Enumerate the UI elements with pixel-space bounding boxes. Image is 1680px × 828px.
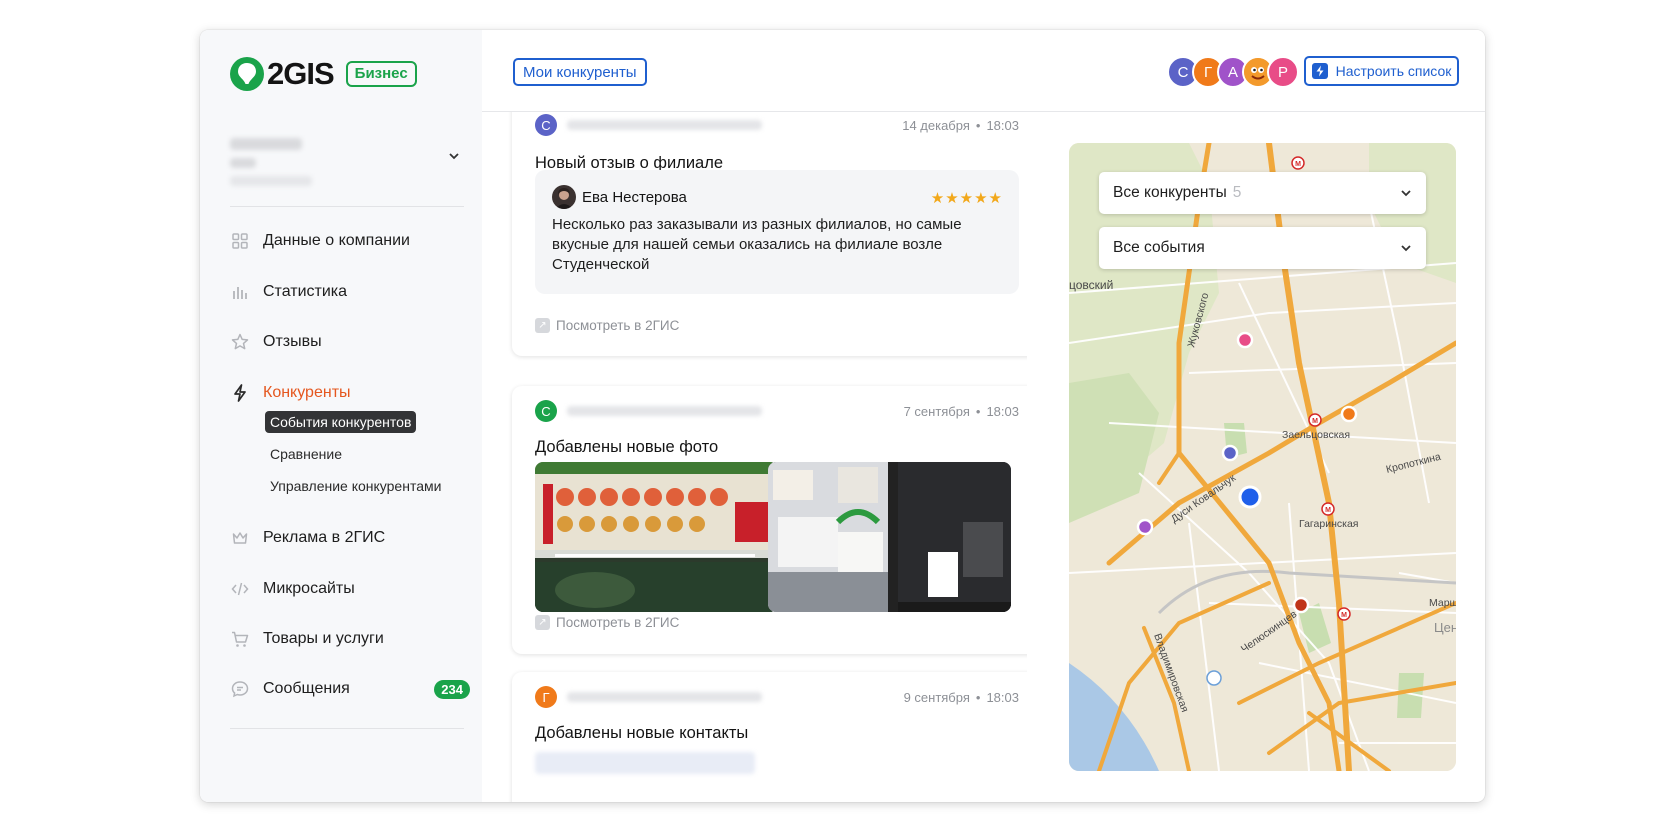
sidebar-item-label: Сообщения (263, 680, 350, 697)
competitor-avatars[interactable]: С Г А Р (1167, 56, 1299, 88)
competitor-photo[interactable] (768, 462, 1011, 612)
logo-pin-icon (230, 57, 264, 91)
view-in-2gis-link[interactable]: ↗ Посмотреть в 2ГИС (535, 615, 679, 630)
event-card-photos: С 7 сентября • 18:03 Добавлены новые фото (512, 386, 1027, 654)
svg-text:Марш: Марш (1429, 597, 1456, 609)
external-link-icon: ↗ (535, 318, 550, 333)
competitors-filter-dropdown[interactable]: Все конкуренты 5 (1099, 172, 1426, 214)
lightning-icon (230, 383, 250, 403)
competitor-meta-blurred (567, 120, 762, 130)
card-header: Г 9 сентября • 18:03 (535, 686, 1019, 708)
events-filter-dropdown[interactable]: Все события (1099, 227, 1426, 269)
sidebar-item-label: Отзывы (263, 333, 322, 350)
sidebar-item-statistics[interactable]: Статистика (230, 278, 470, 306)
sidebar-item-label: Реклама в 2ГИС (263, 529, 386, 546)
sidebar-item-reviews[interactable]: Отзывы (230, 328, 470, 356)
event-title: Добавлены новые контакты (535, 724, 749, 742)
sidebar-item-label: Товары и услуги (263, 630, 384, 647)
sidebar-item-label: Конкуренты (263, 384, 351, 401)
code-icon (230, 579, 250, 599)
top-header: Мои конкуренты С Г А Р Настроить список (482, 30, 1485, 112)
sidebar-item-label: Данные о компании (263, 232, 410, 249)
lightning-icon (1311, 63, 1328, 79)
svg-text:M: M (1295, 161, 1301, 168)
tab-my-competitors[interactable]: Мои конкуренты (513, 58, 647, 86)
app-window: 2GIS Бизнес Данные о компании Статистика… (200, 30, 1485, 802)
event-date: 14 декабря • 18:03 (902, 117, 1019, 133)
avatar: Г (535, 686, 557, 708)
competitors-map[interactable]: M M M M цовский Жуковского Заельцовская … (1069, 143, 1456, 771)
sidebar-divider (230, 728, 464, 729)
event-card-review: С 14 декабря • 18:03 Новый отзыв о филиале… (512, 112, 1027, 356)
brand-logo[interactable]: 2GIS Бизнес (230, 54, 417, 94)
cart-icon (230, 629, 250, 649)
setup-list-label: Настроить список (1335, 63, 1452, 79)
view-in-2gis-link[interactable]: ↗ Посмотреть в 2ГИС (535, 318, 679, 333)
competitor-photo[interactable] (535, 462, 778, 612)
svg-text:Цен: Цен (1434, 620, 1456, 635)
event-date: 9 сентября • 18:03 (903, 689, 1019, 705)
review-author: Ева Нестерова (552, 185, 687, 209)
sidebar-item-label: Статистика (263, 283, 348, 300)
review-text: Несколько раз заказывали из разных филиа… (552, 216, 962, 273)
chat-icon (230, 679, 250, 699)
review-box: Ева Нестерова ★★★★★ Несколько раз заказы… (535, 170, 1019, 294)
grid-icon (230, 231, 250, 251)
setup-list-button[interactable]: Настроить список (1304, 56, 1459, 86)
sidebar-item-competitors[interactable]: Конкуренты (230, 379, 470, 407)
event-date: 7 сентября • 18:03 (903, 403, 1019, 419)
star-icon (230, 332, 250, 352)
sidebar-item-microsites[interactable]: Микросайты (230, 575, 470, 603)
org-address-blurred (230, 176, 312, 186)
dropdown-label: Все конкуренты (1113, 184, 1227, 201)
avatar: С (535, 400, 557, 422)
chevron-down-icon (1401, 245, 1411, 252)
sidebar-item-company-data[interactable]: Данные о компании (230, 227, 470, 255)
bar-chart-icon (230, 282, 250, 302)
avatar: С (535, 114, 557, 136)
subnav-manage-competitors[interactable]: Управление конкурентами (265, 475, 446, 497)
events-feed: С 14 декабря • 18:03 Новый отзыв о филиале… (482, 112, 1027, 802)
svg-text:M: M (1325, 507, 1331, 514)
sidebar-item-advertising[interactable]: Реклама в 2ГИС (230, 524, 470, 552)
external-link-icon: ↗ (535, 615, 550, 630)
sidebar-item-messages[interactable]: Сообщения 234 (230, 675, 470, 703)
subnav-comparison[interactable]: Сравнение (265, 443, 347, 465)
svg-text:M: M (1341, 612, 1347, 619)
competitors-count: 5 (1232, 184, 1242, 201)
contact-email-blurred (535, 752, 755, 774)
messages-count-badge: 234 (434, 679, 470, 699)
review-author-name: Ева Нестерова (582, 188, 687, 206)
subnav-competitor-events[interactable]: События конкурентов (265, 411, 417, 433)
avatar (552, 185, 576, 209)
crown-icon (230, 528, 250, 548)
sidebar: 2GIS Бизнес Данные о компании Статистика… (200, 30, 482, 802)
svg-text:Гагаринская: Гагаринская (1299, 518, 1358, 530)
competitor-meta-blurred (567, 406, 762, 416)
event-card-contacts: Г 9 сентября • 18:03 Добавлены новые конта… (512, 672, 1027, 802)
rating-stars: ★★★★★ (930, 190, 1003, 207)
svg-text:цовский: цовский (1069, 278, 1113, 292)
menu-board-image (535, 462, 778, 612)
org-name-blurred (230, 138, 302, 150)
card-header: С 7 сентября • 18:03 (535, 400, 1019, 422)
competitor-meta-blurred (567, 692, 762, 702)
chevron-down-icon (1401, 190, 1411, 197)
svg-text:Заельцовская: Заельцовская (1282, 429, 1350, 441)
dropdown-label: Все события (1113, 239, 1205, 256)
avatar[interactable]: Р (1267, 56, 1299, 88)
sidebar-item-goods[interactable]: Товары и услуги (230, 625, 470, 653)
logo-text: 2GIS (267, 56, 335, 91)
org-type-blurred (230, 158, 256, 168)
business-badge: Бизнес (345, 61, 417, 87)
sidebar-divider (230, 206, 464, 207)
svg-text:M: M (1312, 418, 1318, 425)
event-title: Добавлены новые фото (535, 438, 719, 456)
sidebar-item-label: Микросайты (263, 580, 355, 597)
storefront-image (768, 462, 1011, 612)
chevron-down-icon (449, 153, 459, 160)
card-header: С 14 декабря • 18:03 (535, 114, 1019, 136)
